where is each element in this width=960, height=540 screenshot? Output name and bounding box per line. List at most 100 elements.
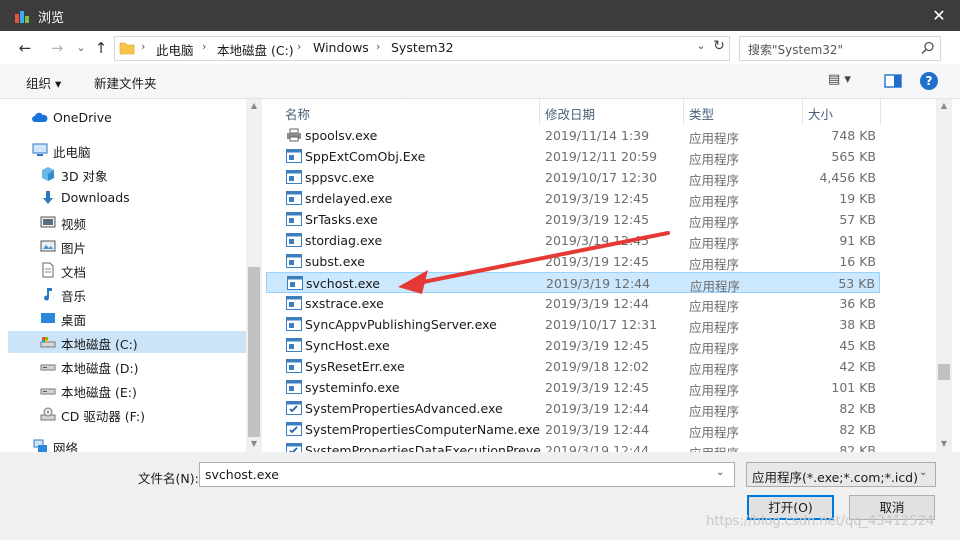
scrollbar-thumb[interactable]: [248, 267, 260, 437]
file-size: 748 KB: [831, 128, 876, 143]
address-bar[interactable]: › 此电脑 › 本地磁盘 (C:) › Windows › System32 ⌄…: [114, 36, 730, 61]
table-row[interactable]: systeminfo.exe 2019/3/19 12:45 应用程序 101 KB: [266, 377, 880, 398]
file-name: SysResetErr.exe: [305, 359, 405, 374]
forward-arrow-icon[interactable]: →: [46, 37, 68, 59]
table-row[interactable]: SystemPropertiesAdvanced.exe 2019/3/19 12…: [266, 398, 880, 419]
search-placeholder: 搜索"System32": [748, 43, 844, 57]
filename-value: svchost.exe: [205, 467, 279, 482]
column-header-date[interactable]: 修改日期: [539, 99, 684, 125]
breadcrumb-separator-icon: ›: [376, 40, 381, 53]
recent-locations-chevron-icon[interactable]: ⌄: [70, 37, 92, 59]
file-date: 2019/3/19 12:45: [545, 191, 650, 206]
scroll-down-icon[interactable]: ▼: [936, 439, 952, 448]
table-row[interactable]: srdelayed.exe 2019/3/19 12:45 应用程序 19 KB: [266, 188, 880, 209]
search-input[interactable]: 搜索"System32": [739, 36, 941, 61]
sidebar-item-music[interactable]: 音乐: [8, 283, 246, 305]
sidebar-item-local-disk-d[interactable]: 本地磁盘 (D:): [8, 355, 246, 377]
chevron-down-icon[interactable]: ⌄: [716, 467, 730, 478]
table-row[interactable]: SyncAppvPublishingServer.exe 2019/10/17 1…: [266, 314, 880, 335]
file-size: 57 KB: [839, 212, 876, 227]
scroll-up-icon[interactable]: ▲: [936, 101, 952, 110]
organize-menu-button[interactable]: 组织 ▾: [26, 73, 61, 92]
sidebar-item-onedrive[interactable]: OneDrive: [8, 107, 246, 129]
file-name: SrTasks.exe: [305, 212, 378, 227]
watermark-text: https://blog.csdn.net/qq_43412524: [706, 514, 935, 529]
sidebar-item-downloads[interactable]: Downloads: [8, 187, 246, 209]
document-icon: [42, 262, 54, 278]
file-type: 应用程序: [689, 257, 740, 272]
table-row[interactable]: spoolsv.exe 2019/11/14 1:39 应用程序 748 KB: [266, 125, 880, 146]
file-size: 82 KB: [839, 401, 876, 416]
sidebar-item-label: 网络: [53, 441, 79, 452]
table-row[interactable]: sppsvc.exe 2019/10/17 12:30 应用程序 4,456 KB: [266, 167, 880, 188]
file-size: 36 KB: [839, 296, 876, 311]
sidebar-item-3d-objects[interactable]: 3D 对象: [8, 163, 246, 185]
file-date: 2019/3/19 12:45: [545, 380, 650, 395]
refresh-icon[interactable]: ↻: [711, 38, 727, 58]
navigation-pane[interactable]: OneDrive 此电脑 3D 对象 Downloads 视频 图片 文档 音乐…: [8, 99, 262, 452]
file-type-filter-select[interactable]: 应用程序(*.exe;*.com;*.icd) ⌄: [746, 462, 936, 487]
chevron-down-icon[interactable]: ⌄: [693, 39, 709, 57]
file-type: 应用程序: [689, 404, 740, 419]
file-name: SystemPropertiesAdvanced.exe: [305, 401, 503, 416]
file-name: spoolsv.exe: [305, 128, 378, 143]
file-type: 应用程序: [689, 383, 740, 398]
sidebar-item-label: 图片: [61, 241, 87, 256]
breadcrumb-local-disk-c[interactable]: 本地磁盘 (C:): [217, 40, 294, 59]
sidebar-item-videos[interactable]: 视频: [8, 211, 246, 233]
view-options-icon[interactable]: ▤ ▾: [828, 72, 866, 90]
table-row[interactable]: SrTasks.exe 2019/3/19 12:45 应用程序 57 KB: [266, 209, 880, 230]
file-name: svchost.exe: [306, 276, 380, 291]
table-row[interactable]: SystemPropertiesDataExecutionPreve... 201…: [266, 440, 880, 452]
table-row[interactable]: SysResetErr.exe 2019/9/18 12:02 应用程序 42 KB: [266, 356, 880, 377]
file-type: 应用程序: [689, 425, 740, 440]
sidebar-item-network[interactable]: 网络: [8, 435, 246, 452]
scroll-up-icon[interactable]: ▲: [246, 101, 262, 110]
file-date: 2019/3/19 12:44: [545, 422, 650, 437]
sidebar-item-pictures[interactable]: 图片: [8, 235, 246, 257]
close-icon[interactable]: ✕: [918, 0, 960, 31]
column-header-type[interactable]: 类型: [683, 99, 803, 125]
scrollbar-thumb[interactable]: [938, 364, 950, 380]
help-icon[interactable]: ?: [920, 72, 938, 90]
file-type: 应用程序: [689, 194, 740, 209]
breadcrumb-system32[interactable]: System32: [391, 40, 454, 55]
table-row[interactable]: stordiag.exe 2019/3/19 12:45 应用程序 91 KB: [266, 230, 880, 251]
table-row[interactable]: SyncHost.exe 2019/3/19 12:45 应用程序 45 KB: [266, 335, 880, 356]
sidebar-item-cd-drive-f[interactable]: CD 驱动器 (F:): [8, 403, 246, 425]
table-row[interactable]: svchost.exe 2019/3/19 12:44 应用程序 53 KB: [266, 272, 880, 294]
table-row[interactable]: sxstrace.exe 2019/3/19 12:44 应用程序 36 KB: [266, 293, 880, 314]
sidebar-item-this-pc[interactable]: 此电脑: [8, 139, 246, 161]
file-list-scrollbar[interactable]: ▲ ▼: [936, 99, 952, 452]
column-header-name[interactable]: 名称: [279, 99, 540, 125]
filename-combobox[interactable]: svchost.exe ⌄: [199, 462, 735, 487]
cube-icon: [42, 167, 54, 181]
table-row[interactable]: SppExtComObj.Exe 2019/12/11 20:59 应用程序 565 …: [266, 146, 880, 167]
file-list[interactable]: ⌃ 名称 修改日期 类型 大小 spoolsv.exe 2019/11/14 1:…: [266, 99, 936, 452]
table-row[interactable]: SystemPropertiesComputerName.exe 2019/3/1…: [266, 419, 880, 440]
exe-icon: [286, 149, 302, 163]
music-icon: [44, 288, 52, 301]
sidebar-item-documents[interactable]: 文档: [8, 259, 246, 281]
scroll-down-icon[interactable]: ▼: [246, 439, 262, 448]
exe-icon: [287, 276, 303, 290]
sidebar-scrollbar[interactable]: ▲ ▼: [246, 99, 262, 452]
breadcrumb-windows[interactable]: Windows: [313, 40, 369, 55]
exe-icon: [286, 233, 302, 247]
file-type: 应用程序: [689, 236, 740, 251]
up-arrow-icon[interactable]: ↑: [90, 37, 112, 59]
sidebar-item-local-disk-e[interactable]: 本地磁盘 (E:): [8, 379, 246, 401]
sidebar-item-label: 桌面: [61, 313, 87, 328]
back-arrow-icon[interactable]: ←: [14, 37, 36, 59]
exe-icon: [286, 212, 302, 226]
sidebar-item-desktop[interactable]: 桌面: [8, 307, 246, 329]
exe-icon: [286, 359, 302, 373]
new-folder-button[interactable]: 新建文件夹: [94, 73, 157, 92]
preview-pane-icon[interactable]: [884, 72, 902, 90]
sidebar-item-local-disk-c[interactable]: 本地磁盘 (C:): [8, 331, 246, 353]
file-name: subst.exe: [305, 254, 365, 269]
table-row[interactable]: subst.exe 2019/3/19 12:45 应用程序 16 KB: [266, 251, 880, 272]
file-size: 38 KB: [839, 317, 876, 332]
column-header-size[interactable]: 大小: [802, 99, 881, 125]
breadcrumb-this-pc[interactable]: 此电脑: [156, 40, 194, 59]
